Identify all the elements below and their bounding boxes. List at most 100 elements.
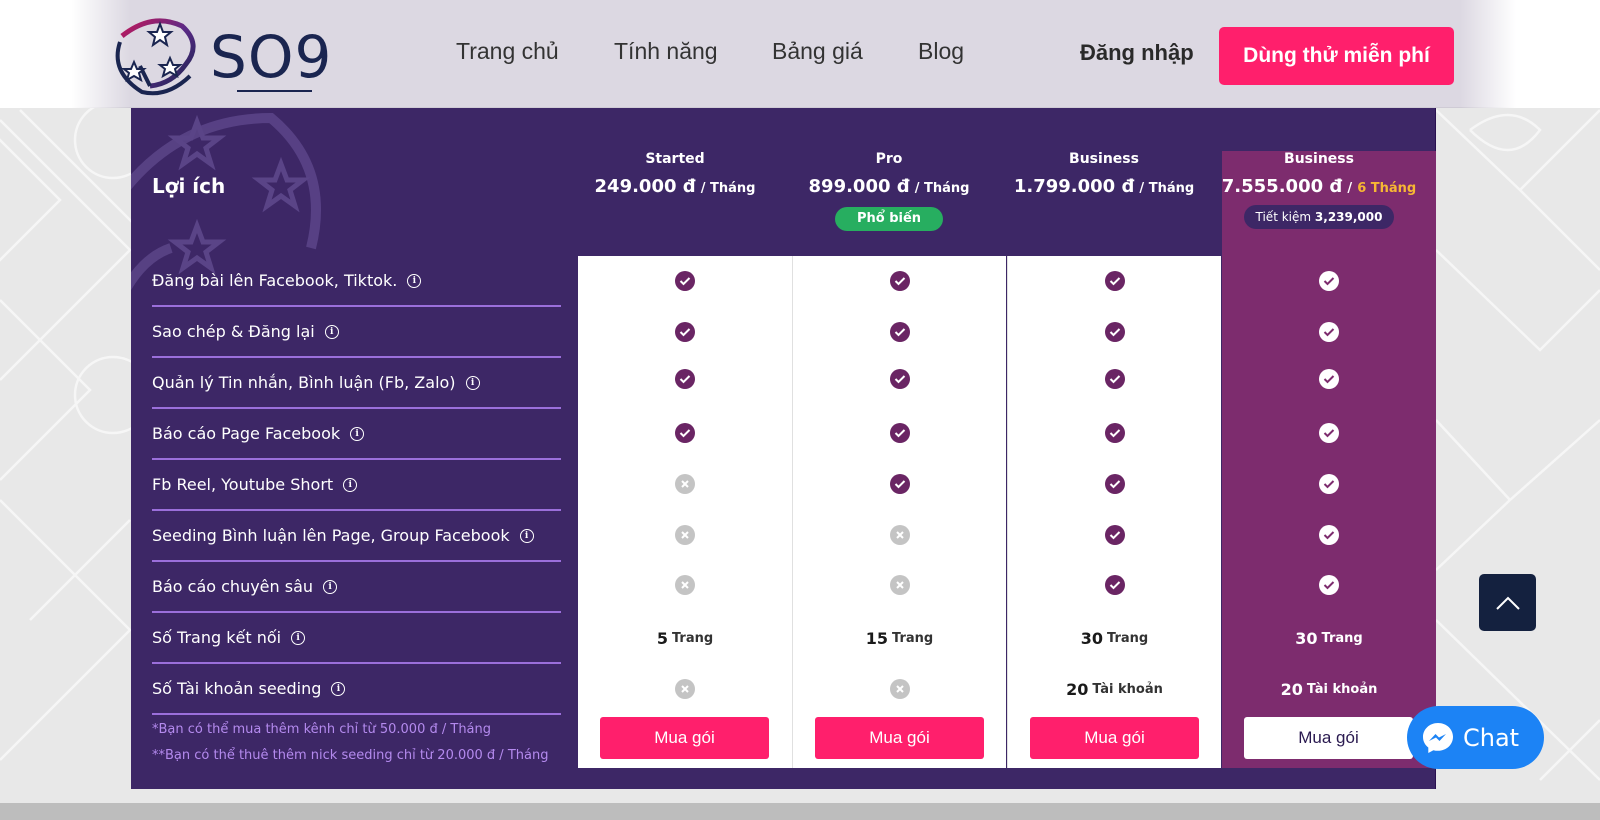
nav-item-pricing[interactable]: Bảng giá	[772, 38, 863, 65]
plan-name: Business	[1284, 151, 1354, 167]
messenger-icon	[1423, 722, 1453, 753]
plan-name: Business	[1069, 151, 1139, 167]
feature-cell	[793, 570, 1006, 600]
pricing-table: Lợi ích Đăng bài lên Facebook, Tiktok. i…	[131, 108, 1436, 789]
pages-count: 15	[865, 628, 889, 648]
check-icon	[1104, 369, 1125, 389]
check-icon	[1319, 369, 1339, 389]
footnote-extra-channel: *Bạn có thể mua thêm kênh chỉ từ 50.000 …	[152, 722, 492, 737]
feature-label: Fb Reel, Youtube Short	[152, 475, 334, 494]
cross-icon	[889, 525, 910, 545]
pages-cell: 15 Trang	[793, 623, 1006, 653]
info-icon[interactable]: i	[323, 579, 338, 594]
free-trial-button[interactable]: Dùng thử miễn phí	[1219, 27, 1454, 85]
benefits-title: Lợi ích	[152, 174, 226, 198]
feature-cell	[1222, 418, 1436, 448]
feature-cell	[1222, 266, 1436, 296]
seeding-count: 20	[1280, 679, 1303, 699]
feature-cell	[1008, 317, 1221, 347]
seeding-unit: Tài khoản	[1092, 681, 1163, 697]
plan-header-business-6-months: Business 7.555.000 đ / 6 Tháng Tiết kiệm…	[1212, 148, 1426, 229]
plan-price: 1.799.000 đ	[1013, 176, 1135, 197]
info-icon[interactable]: i	[465, 375, 480, 390]
pages-cell: 30 Trang	[1008, 623, 1221, 653]
feature-label: Seeding Bình luận lên Page, Group Facebo…	[152, 526, 510, 545]
feature-cell	[793, 266, 1006, 296]
page-bottom-strip	[0, 803, 1600, 820]
savings-value: 3,239,000	[1314, 210, 1383, 224]
feature-row: Số Trang kết nối i	[152, 613, 561, 664]
logo-text: SO9	[210, 23, 333, 91]
cross-icon	[675, 474, 695, 494]
plan-price: 7.555.000 đ	[1221, 176, 1343, 197]
nav-item-blog[interactable]: Blog	[918, 38, 964, 65]
pages-count: 30	[1295, 628, 1318, 648]
popular-badge: Phổ biến	[834, 207, 944, 231]
feature-cell	[578, 520, 792, 550]
seeding-cell	[578, 674, 792, 704]
feature-cell	[793, 520, 1006, 550]
chat-label: Chat	[1463, 723, 1520, 752]
pages-cell: 5 Trang	[578, 623, 792, 653]
savings-badge: Tiết kiệm 3,239,000	[1243, 205, 1395, 229]
feature-row: Số Tài khoản seeding i	[152, 664, 561, 715]
info-icon[interactable]: i	[291, 630, 306, 645]
info-icon[interactable]: i	[324, 324, 339, 339]
plan-name: Pro	[875, 151, 903, 167]
check-icon	[889, 322, 910, 342]
check-icon	[675, 271, 695, 291]
check-icon	[1319, 575, 1339, 595]
seeding-unit: Tài khoản	[1306, 681, 1378, 697]
cross-icon	[889, 575, 910, 595]
scroll-to-top-button[interactable]	[1479, 574, 1536, 631]
so9-logo[interactable]: SO9	[112, 14, 352, 98]
feature-row: Báo cáo Page Facebook i	[152, 409, 561, 460]
buy-plan-button[interactable]: Mua gói	[600, 717, 769, 759]
feature-cell	[1008, 570, 1221, 600]
feature-label: Số Trang kết nối	[152, 628, 282, 647]
plan-price-unit: 6 Tháng	[1357, 181, 1417, 196]
info-icon[interactable]: i	[343, 477, 358, 492]
info-icon[interactable]: i	[519, 528, 534, 543]
feature-row: Seeding Bình luận lên Page, Group Facebo…	[152, 511, 561, 562]
info-icon[interactable]: i	[407, 273, 422, 288]
pages-unit: Trang	[892, 630, 934, 646]
nav-item-home[interactable]: Trang chủ	[456, 38, 559, 65]
feature-label: Số Tài khoản seeding	[152, 679, 322, 698]
feature-cell	[578, 469, 792, 499]
cross-icon	[675, 575, 695, 595]
buy-plan-button[interactable]: Mua gói	[1244, 717, 1413, 759]
feature-cell	[1008, 266, 1221, 296]
feature-cell	[1222, 317, 1436, 347]
pages-count: 30	[1080, 628, 1104, 648]
check-icon	[889, 423, 910, 443]
check-icon	[1319, 423, 1339, 443]
plan-price-unit: / Tháng	[700, 181, 756, 196]
chevron-up-icon	[1495, 596, 1520, 610]
check-icon	[1104, 423, 1125, 443]
feature-cell	[578, 418, 792, 448]
feature-cell	[1222, 570, 1436, 600]
plan-column-business-6-months: 30 Trang 20 Tài khoản Mua gói	[1222, 151, 1436, 768]
feature-label: Sao chép & Đăng lại	[152, 322, 315, 341]
info-icon[interactable]: i	[350, 426, 365, 441]
nav-item-features[interactable]: Tính năng	[614, 38, 718, 65]
check-icon	[1104, 322, 1125, 342]
feature-cell	[793, 418, 1006, 448]
info-icon[interactable]: i	[331, 681, 346, 696]
footnote-extra-seeding: **Bạn có thể thuê thêm nick seeding chỉ …	[152, 748, 549, 763]
messenger-chat-button[interactable]: Chat	[1407, 706, 1544, 769]
cross-icon	[675, 679, 695, 699]
feature-row: Fb Reel, Youtube Short i	[152, 460, 561, 511]
buy-plan-button[interactable]: Mua gói	[1030, 717, 1199, 759]
feature-row: Quản lý Tin nhắn, Bình luận (Fb, Zalo) i	[152, 358, 561, 409]
seeding-cell	[793, 674, 1006, 704]
buy-plan-button[interactable]: Mua gói	[815, 717, 984, 759]
check-icon	[1104, 271, 1125, 291]
feature-cell	[1008, 364, 1221, 394]
feature-label: Báo cáo Page Facebook	[152, 424, 341, 443]
feature-cell	[793, 317, 1006, 347]
feature-cell	[578, 364, 792, 394]
login-link[interactable]: Đăng nhập	[1080, 40, 1194, 66]
pages-unit: Trang	[1321, 630, 1363, 646]
